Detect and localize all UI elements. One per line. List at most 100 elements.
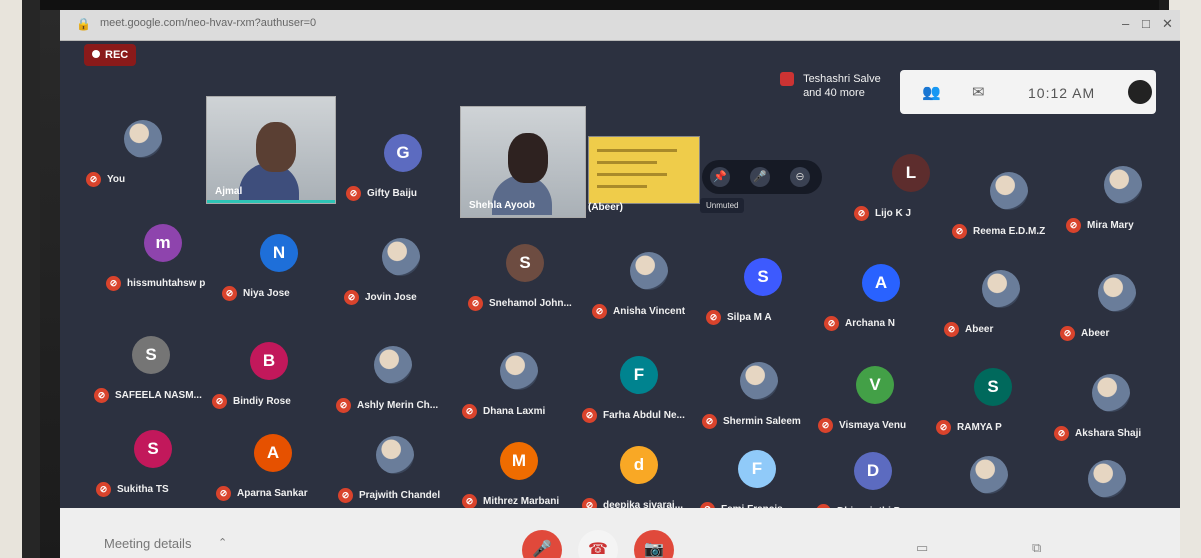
participant-label: ⊘ Niya Jose <box>222 286 290 301</box>
participant-name: Mira Mary <box>1087 220 1134 232</box>
participant-label: ⊘ Prajwith Chandel <box>338 488 440 503</box>
mic-muted-icon: ⊘ <box>824 316 839 331</box>
participant-avatar: G <box>384 134 422 172</box>
participant-tile[interactable]: S ⊘ Snehamol John... <box>462 238 580 330</box>
mic-off-button[interactable]: 🎤 <box>522 530 562 558</box>
mic-muted-icon: ⊘ <box>1054 426 1069 441</box>
meeting-details-link[interactable]: Meeting details <box>104 536 191 551</box>
participant-avatar: B <box>250 342 288 380</box>
participant-label: ⊘ Silpa M A <box>706 310 772 325</box>
participant-tile[interactable]: ⊘ Dhana Laxmi <box>456 346 574 438</box>
participant-avatar <box>630 252 668 290</box>
participant-tile[interactable]: ⊘ Ashly Merin Ch... <box>330 340 448 432</box>
mic-muted-icon: ⊘ <box>582 408 597 423</box>
mic-muted-icon: ⊘ <box>96 482 111 497</box>
participant-tile[interactable]: ⊘ Jovin Jose <box>338 232 456 324</box>
participant-avatar: L <box>892 154 930 192</box>
mic-muted-icon: ⊘ <box>338 488 353 503</box>
participant-name: You <box>107 174 126 186</box>
participant-tile[interactable]: V ⊘ Vismaya Venu <box>812 360 930 452</box>
participant-tile[interactable]: S ⊘ SAFEELA NASM... <box>88 330 206 422</box>
participant-tile[interactable]: S ⊘ Silpa M A <box>700 252 818 344</box>
mic-muted-icon: ⊘ <box>94 388 109 403</box>
participant-avatar <box>382 238 420 276</box>
hang-up-button[interactable]: ☎ <box>578 530 618 558</box>
participant-tile[interactable]: F ⊘ Farha Abdul Ne... <box>576 350 694 442</box>
participant-tile[interactable]: A ⊘ Archana N <box>818 258 936 350</box>
participant-tile[interactable]: A ⊘ Aparna Sankar <box>210 428 328 520</box>
mic-muted-icon: ⊘ <box>462 494 477 509</box>
participant-name: Ashly Merin Ch... <box>357 400 439 412</box>
participant-avatar: S <box>506 244 544 282</box>
participant-tile[interactable]: ⊘ Reema E.D.M.Z <box>946 166 1064 258</box>
chevron-up-icon[interactable]: ⌃ <box>218 536 227 549</box>
participant-avatar <box>1098 274 1136 312</box>
participant-name: Gifty Baiju <box>367 188 418 200</box>
mic-muted-icon: ⊘ <box>818 418 833 433</box>
participant-tile[interactable]: m ⊘ hissmuhtahsw p <box>100 218 218 310</box>
participant-name: Vismaya Venu <box>839 420 907 432</box>
participant-name: RAMYA P <box>957 422 1002 434</box>
mic-muted-icon: ⊘ <box>222 286 237 301</box>
participant-name: Snehamol John... <box>489 298 572 310</box>
participant-avatar: F <box>738 450 776 488</box>
participant-avatar: M <box>500 442 538 480</box>
mic-muted-icon: ⊘ <box>854 206 869 221</box>
participant-avatar <box>1104 166 1142 204</box>
participant-avatar: A <box>862 264 900 302</box>
participant-avatar <box>970 456 1008 494</box>
camera-off-button[interactable]: 📷 <box>634 530 674 558</box>
participant-name: Anisha Vincent <box>613 306 686 318</box>
participant-label: ⊘ Mithrez Marbani <box>462 494 559 509</box>
participant-avatar <box>376 436 414 474</box>
participant-tile[interactable]: G ⊘ Gifty Baiju <box>340 128 458 220</box>
participant-avatar: S <box>134 430 172 468</box>
participant-name: Abeer <box>1081 328 1110 340</box>
mic-muted-icon: ⊘ <box>706 310 721 325</box>
participant-name: Mithrez Marbani <box>483 496 560 508</box>
mic-muted-icon: ⊘ <box>216 486 231 501</box>
present-now-icon[interactable]: ⧉ <box>1032 540 1041 556</box>
participant-avatar: S <box>132 336 170 374</box>
participant-tile[interactable]: ⊘ Akshara Shaji <box>1048 368 1166 460</box>
participant-avatar <box>982 270 1020 308</box>
mic-muted-icon: ⊘ <box>344 290 359 305</box>
mic-muted-icon: ⊘ <box>468 296 483 311</box>
participant-name: SAFEELA NASM... <box>115 390 202 402</box>
participant-label: ⊘ Archana N <box>824 316 895 331</box>
participant-label: ⊘ Farha Abdul Ne... <box>582 408 685 423</box>
participant-name: Dhana Laxmi <box>483 406 546 418</box>
participant-label: ⊘ Abeer <box>1060 326 1109 341</box>
participant-tile[interactable]: ⊘ Mira Mary <box>1060 160 1178 252</box>
captions-icon[interactable]: ▭ <box>916 540 928 556</box>
participant-tile[interactable]: ⊘ Abeer <box>938 264 1056 356</box>
participant-grid: ⊘ You G ⊘ Gifty Baiju L ⊘ Lijo K J ⊘ Reema E.D.M.… <box>60 10 1180 558</box>
mic-muted-icon: ⊘ <box>1066 218 1081 233</box>
participant-tile[interactable]: B ⊘ Bindiy Rose <box>206 336 324 428</box>
participant-avatar <box>124 120 162 158</box>
participant-tile[interactable]: ⊘ Abeer <box>1054 268 1172 360</box>
mic-muted-icon: ⊘ <box>936 420 951 435</box>
participant-label: ⊘ Aparna Sankar <box>216 486 308 501</box>
monitor-frame: 🔒 meet.google.com/neo-hvav-rxm?authuser=… <box>0 0 1201 558</box>
participant-tile[interactable]: ⊘ Anisha Vincent <box>586 246 704 338</box>
participant-label: ⊘ Akshara Shaji <box>1054 426 1141 441</box>
participant-name: Archana N <box>845 318 896 330</box>
mic-muted-icon: ⊘ <box>944 322 959 337</box>
participant-tile[interactable]: S ⊘ Sukitha TS <box>90 424 208 516</box>
mic-muted-icon: ⊘ <box>336 398 351 413</box>
participant-tile[interactable]: N ⊘ Niya Jose <box>216 228 334 320</box>
participant-avatar: N <box>260 234 298 272</box>
participant-name: Aparna Sankar <box>237 488 308 500</box>
mic-muted-icon: ⊘ <box>86 172 101 187</box>
participant-avatar <box>990 172 1028 210</box>
participant-avatar: D <box>854 452 892 490</box>
participant-label: ⊘ Vismaya Venu <box>818 418 906 433</box>
participant-tile[interactable]: ⊘ Shermin Saleem <box>696 356 814 448</box>
meet-screen: 🔒 meet.google.com/neo-hvav-rxm?authuser=… <box>60 10 1180 558</box>
mic-muted-icon: ⊘ <box>212 394 227 409</box>
participant-avatar <box>1088 460 1126 498</box>
participant-tile[interactable]: ⊘ You <box>80 114 198 206</box>
participant-label: ⊘ Anisha Vincent <box>592 304 685 319</box>
participant-tile[interactable]: S ⊘ RAMYA P <box>930 362 1048 454</box>
